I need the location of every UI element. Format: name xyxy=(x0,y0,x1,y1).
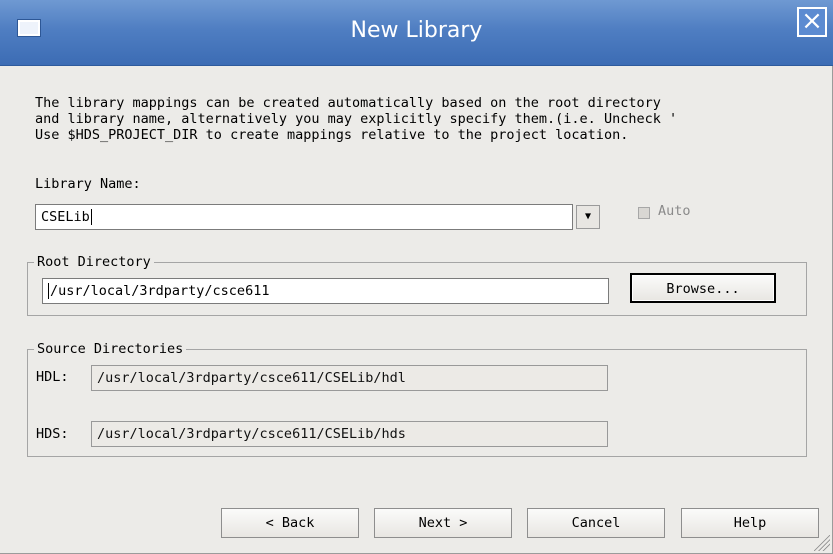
library-name-dropdown-button[interactable]: ▼ xyxy=(576,205,600,229)
intro-line-2: and library name, alternatively you may … xyxy=(35,111,678,127)
root-directory-value: /usr/local/3rdparty/csce611 xyxy=(50,283,270,299)
library-name-value: CSELib xyxy=(41,209,90,225)
help-button[interactable]: Help xyxy=(681,508,819,538)
hdl-label: HDL: xyxy=(36,369,69,385)
text-cursor xyxy=(90,209,92,225)
root-directory-legend: Root Directory xyxy=(37,254,151,270)
browse-button[interactable]: Browse... xyxy=(630,273,776,303)
close-icon[interactable]: × xyxy=(797,7,827,37)
root-directory-input[interactable]: /usr/local/3rdparty/csce611 xyxy=(42,278,609,304)
new-library-dialog: New Library × The library mappings can b… xyxy=(0,0,833,554)
auto-label: Auto xyxy=(658,203,691,219)
intro-line-3: Use $HDS_PROJECT_DIR to create mappings … xyxy=(35,127,629,143)
resize-grip-icon[interactable] xyxy=(814,535,830,551)
hds-directory-field: /usr/local/3rdparty/csce611/CSELib/hds xyxy=(91,421,608,447)
intro-line-1: The library mappings can be created auto… xyxy=(35,95,661,111)
window-title: New Library xyxy=(350,18,483,43)
cancel-button[interactable]: Cancel xyxy=(527,508,665,538)
text-cursor xyxy=(48,283,49,299)
next-button[interactable]: Next > xyxy=(374,508,512,538)
title-bar: New Library × xyxy=(0,0,833,66)
auto-checkbox[interactable] xyxy=(638,207,650,219)
hdl-directory-value: /usr/local/3rdparty/csce611/CSELib/hdl xyxy=(97,370,406,386)
library-name-label: Library Name: xyxy=(35,176,141,192)
back-button[interactable]: < Back xyxy=(221,508,359,538)
source-directories-legend: Source Directories xyxy=(37,341,184,357)
library-name-input[interactable]: CSELib xyxy=(35,204,573,230)
intro-text: The library mappings can be created auto… xyxy=(35,95,677,143)
hds-directory-value: /usr/local/3rdparty/csce611/CSELib/hds xyxy=(97,426,406,442)
hds-label: HDS: xyxy=(36,426,69,442)
hdl-directory-field: /usr/local/3rdparty/csce611/CSELib/hdl xyxy=(91,365,608,391)
